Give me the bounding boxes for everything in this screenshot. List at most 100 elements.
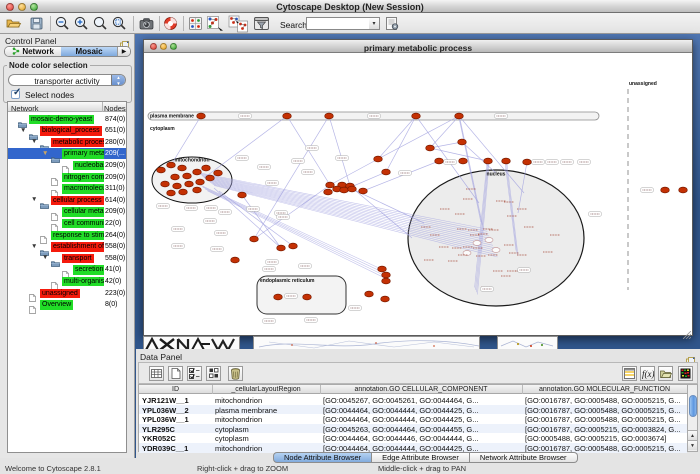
tree-row-label[interactable]: biological_process	[40, 126, 102, 136]
network-node[interactable]	[426, 145, 435, 151]
network-node[interactable]	[679, 187, 688, 193]
create-view-icon[interactable]	[187, 15, 204, 32]
tab-node-attribute-browser[interactable]: Node Attribute Browser	[273, 452, 372, 463]
tree-row[interactable]: ▼establishment of lo558(0)	[8, 241, 126, 253]
zoom-in-icon[interactable]	[73, 15, 90, 32]
network-node[interactable]	[157, 167, 166, 173]
network-node[interactable]	[196, 179, 205, 185]
network-node[interactable]	[381, 296, 390, 302]
tree-row[interactable]: cellular metabol209(0)	[8, 206, 126, 218]
new-attribute-icon[interactable]	[168, 366, 183, 381]
background-window[interactable]	[253, 336, 480, 350]
copy-network-icon[interactable]	[206, 15, 223, 32]
network-node[interactable]	[179, 189, 188, 195]
tree-row-label[interactable]: macromolecule	[62, 184, 104, 194]
tree-row[interactable]: multi-organism pro42(0)	[8, 275, 126, 287]
network-node[interactable]	[412, 113, 421, 119]
network-node[interactable]	[185, 181, 194, 187]
heatmap-icon[interactable]	[678, 366, 693, 381]
column-divider[interactable]	[320, 385, 321, 394]
expand-triangle-icon[interactable]: ▼	[42, 254, 48, 261]
network-node[interactable]	[197, 113, 206, 119]
table-column-header[interactable]: ID	[141, 386, 210, 393]
background-window[interactable]	[497, 336, 558, 350]
tab-network[interactable]: Network	[5, 47, 61, 56]
tree-row-label[interactable]: cell communicati	[62, 219, 104, 229]
tree-row-label[interactable]: secretion	[73, 265, 104, 275]
tree-row[interactable]: nitrogen compou209(0)	[8, 171, 126, 183]
tree-row[interactable]: unassigned223(0)	[8, 287, 126, 299]
network-node[interactable]	[167, 190, 176, 196]
network-node[interactable]	[325, 113, 334, 119]
network-node[interactable]	[250, 236, 259, 242]
tree-row[interactable]: ▼primary metabolic209(...	[8, 148, 126, 160]
expand-triangle-icon[interactable]: ▼	[31, 243, 37, 250]
zoom-out-icon[interactable]	[54, 15, 71, 32]
tree-row[interactable]: nucleobase-cont209(0)	[8, 159, 126, 171]
nucleus-node[interactable]	[485, 238, 493, 243]
network-node[interactable]	[458, 139, 467, 145]
network-node[interactable]	[340, 187, 349, 193]
network-node[interactable]	[193, 187, 202, 193]
open-folder-icon[interactable]	[5, 15, 22, 32]
tree-row[interactable]: Overview8(0)	[8, 299, 126, 311]
table-row[interactable]: YLR295Ccytoplasm[GO:0045263, GO:0044464,…	[139, 424, 687, 434]
tree-row[interactable]: ▼cellular process614(0)	[8, 194, 126, 206]
network-node[interactable]	[202, 165, 211, 171]
scrollbar-thumb[interactable]	[689, 395, 697, 417]
expand-triangle-icon[interactable]: ▼	[20, 127, 26, 134]
table-row[interactable]: YPL036W__1mitochondrion[GO:0044464, GO:0…	[139, 414, 687, 424]
tree-row-label[interactable]: mosaic-demo-yeast	[29, 115, 94, 125]
tree-row-label[interactable]: nitrogen compou	[62, 173, 104, 183]
tree-row-label[interactable]: cellular process	[51, 196, 104, 206]
tree-row[interactable]: ▼transport558(0)	[8, 252, 126, 264]
cell-id[interactable]: YDR039C__1	[142, 444, 210, 453]
table-row[interactable]: YPL036W__2plasma membrane[GO:0044464, GO…	[139, 405, 687, 415]
tab-overflow-arrow-icon[interactable]: ▶	[117, 47, 130, 56]
network-node[interactable]	[382, 272, 391, 278]
delete-attribute-icon[interactable]	[228, 366, 243, 381]
filter-window-icon[interactable]	[253, 15, 270, 32]
attribute-batch-icon[interactable]	[206, 366, 221, 381]
network-node[interactable]	[214, 170, 223, 176]
float-panel-icon[interactable]	[686, 352, 695, 360]
camera-snapshot-icon[interactable]	[138, 15, 155, 32]
network-node[interactable]	[459, 158, 468, 164]
network-node[interactable]	[289, 243, 298, 249]
scroll-up-icon[interactable]: ▲	[688, 430, 697, 440]
tree-row-label[interactable]: cellular metabol	[62, 207, 104, 217]
tab-network-attribute-browser[interactable]: Network Attribute Browser	[470, 452, 578, 463]
tree-row-label[interactable]: metabolic process	[51, 138, 104, 148]
tree-row[interactable]: response to stimul264(0)	[8, 229, 126, 241]
network-window-titlebar[interactable]: primary metabolic process	[144, 40, 692, 53]
network-node[interactable]	[193, 169, 202, 175]
tree-row[interactable]: secretion41(0)	[8, 264, 126, 276]
network-node[interactable]	[231, 257, 240, 263]
resize-grip-icon[interactable]	[683, 326, 691, 334]
tree-row-label[interactable]: multi-organism pro	[62, 277, 104, 287]
import-file-icon[interactable]	[658, 366, 673, 381]
lifesaver-icon[interactable]	[162, 15, 179, 32]
network-node[interactable]	[183, 173, 192, 179]
network-node[interactable]	[324, 189, 333, 195]
table-scrollbar[interactable]: ▲ ▼	[687, 385, 697, 451]
node-color-select[interactable]: transporter activity ▲▼	[8, 74, 126, 86]
tree-col-nodes[interactable]: Nodes	[104, 104, 126, 113]
expand-triangle-icon[interactable]: ▼	[31, 138, 37, 145]
nucleus-region[interactable]	[408, 170, 584, 306]
network-node[interactable]	[171, 174, 180, 180]
tree-row[interactable]: macromolecule311(0)	[8, 183, 126, 195]
table-row[interactable]: YKR052Ccytoplasm[GO:0044464, GO:0044446,…	[139, 433, 687, 443]
search-config-icon[interactable]	[384, 15, 401, 32]
network-node[interactable]	[359, 188, 368, 194]
network-node[interactable]	[365, 291, 374, 297]
network-node[interactable]	[173, 183, 182, 189]
zoom-fit-icon[interactable]	[92, 15, 109, 32]
column-divider[interactable]	[522, 385, 523, 394]
network-node[interactable]	[382, 278, 391, 284]
network-node[interactable]	[161, 181, 170, 187]
zoom-selected-icon[interactable]	[111, 15, 128, 32]
save-floppy-icon[interactable]	[28, 15, 45, 32]
nucleus-node[interactable]	[492, 248, 500, 253]
nucleus-node[interactable]	[463, 251, 471, 256]
